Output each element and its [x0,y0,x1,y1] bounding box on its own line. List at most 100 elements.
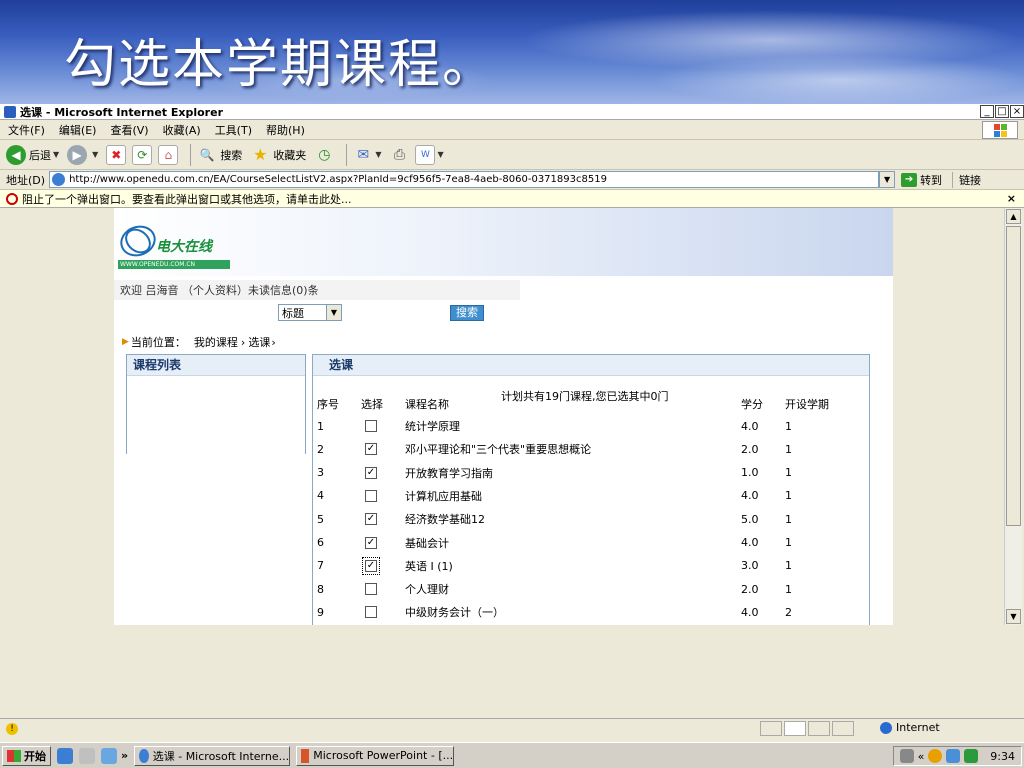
course-checkbox[interactable] [365,606,377,619]
course-credit: 2.0 [741,442,759,456]
back-label: 后退 [29,148,51,162]
menu-edit[interactable]: 编辑(E) [59,122,97,138]
ie-icon [4,105,16,118]
print-icon[interactable]: ⎙ [389,145,409,165]
blocked-icon [6,192,18,205]
favorites-button[interactable]: ★ 收藏夹 [250,145,306,165]
triangle-right-icon: ▶ [122,337,129,347]
breadcrumb-link[interactable]: 我的课程 [194,334,238,350]
maximize-button[interactable]: □ [995,105,1009,118]
tray-expand-icon[interactable]: « [918,750,925,763]
search-icon: 🔍 [199,147,215,162]
mail-button[interactable]: ✉ ▼ [353,145,381,165]
popup-info-text: 阻止了一个弹出窗口。要查看此弹出窗口或其他选项，请单击此处... [22,192,352,206]
scroll-down-icon[interactable]: ▼ [1006,609,1021,624]
address-dropdown[interactable]: ▼ [879,171,896,188]
course-no: 7 [317,559,324,573]
back-arrow-icon: ◀ [6,144,26,165]
slide-header: 勾选本学期课程。 [0,0,1024,104]
scroll-up-icon[interactable]: ▲ [1006,209,1021,224]
course-select-title: 选课 [313,354,869,376]
menu-tools[interactable]: 工具(T) [215,122,252,138]
powerpoint-icon [301,748,310,763]
course-checkbox[interactable]: ✓ [365,466,377,479]
menu-favorites[interactable]: 收藏(A) [163,122,201,138]
favorites-label: 收藏夹 [273,148,307,162]
address-url: http://www.openedu.com.cn/EA/CourseSelec… [69,174,607,185]
warning-icon: ! [6,722,18,735]
system-tray: « 9:34 [892,746,1022,766]
course-name: 中级财务会计（一） [405,606,504,620]
course-name: 开放教育学习指南 [405,466,493,480]
course-checkbox[interactable]: ✓ [365,443,377,456]
site-search-button[interactable]: 搜索 [450,304,484,321]
site-logo[interactable]: 电大在线 WWW.OPENEDU.COM.CN [115,220,230,270]
course-checkbox[interactable]: ✓ [365,513,377,526]
close-button[interactable]: × [1010,105,1024,118]
status-cell [808,721,830,736]
search-button[interactable]: 🔍 搜索 [197,145,242,165]
task-ie[interactable]: 选课 - Microsoft Interne... [134,745,291,766]
breadcrumb-current: 选课 [248,336,271,349]
course-term: 1 [785,582,792,596]
chevron-down-icon: ▼ [437,150,444,159]
toolbar-divider [190,143,192,166]
security-zone: Internet [880,721,940,734]
course-name: 英语 I (1) [405,559,453,573]
search-label: 搜索 [220,148,243,162]
address-label: 地址(D) [6,173,46,187]
stop-icon[interactable]: ✖ [106,144,127,165]
start-button[interactable]: 开始 [2,745,51,766]
media-quicklaunch-icon[interactable] [101,747,117,764]
home-icon[interactable]: ⌂ [158,144,179,165]
mail-icon: ✉ [357,146,370,163]
forward-button[interactable]: ▶ ▼ [67,144,99,165]
quicklaunch-overflow-icon[interactable]: » [121,749,128,762]
course-checkbox[interactable]: ✓ [365,536,377,549]
course-credit: 4.0 [741,536,759,549]
history-icon[interactable]: ◷ [314,145,334,165]
go-button[interactable]: ➔ 转到 [901,172,942,188]
chevron-down-icon: ▼ [92,150,99,159]
qq-icon[interactable] [928,749,943,763]
network-icon[interactable] [946,749,961,763]
keyboard-icon[interactable] [899,749,914,763]
slide-title: 勾选本学期课程。 [64,35,497,95]
links-button[interactable]: 链接 [952,171,981,188]
course-term: 1 [785,536,792,549]
back-button[interactable]: ◀ 后退 ▼ [6,144,59,165]
shield-icon[interactable] [964,749,979,763]
star-icon: ★ [253,145,268,164]
ie-icon [139,748,149,763]
popup-info-bar[interactable]: 阻止了一个弹出窗口。要查看此弹出窗口或其他选项，请单击此处... × [0,190,1024,208]
task-powerpoint[interactable]: Microsoft PowerPoint - [... [296,745,455,766]
course-name: 邓小平理论和"三个代表"重要思想概论 [405,443,592,457]
course-checkbox[interactable]: ✓ [362,556,380,575]
info-close-button[interactable]: × [1007,192,1016,205]
page-icon [52,173,66,186]
edit-button[interactable]: W ▼ [415,144,444,165]
course-checkbox[interactable] [365,583,377,596]
go-label: 转到 [920,173,943,187]
course-term: 1 [785,559,792,573]
title-bar[interactable]: 选课 - Microsoft Internet Explorer _ □ × [0,104,1024,120]
menu-file[interactable]: 文件(F) [8,122,45,138]
col-select: 选择 [361,398,383,411]
menu-view[interactable]: 查看(V) [110,122,148,138]
course-no: 8 [317,582,324,596]
taskbar: 开始 » 选课 - Microsoft Interne... Microsoft… [0,742,1024,768]
course-checkbox[interactable] [365,489,377,502]
address-input[interactable]: http://www.openedu.com.cn/EA/CourseSelec… [49,171,880,188]
site-banner: 电大在线 WWW.OPENEDU.COM.CN [114,208,893,276]
scroll-thumb[interactable] [1006,226,1021,526]
ie-quicklaunch-icon[interactable] [57,747,73,764]
search-field-select[interactable]: 标题 ▼ [278,304,342,321]
minimize-button[interactable]: _ [980,105,994,118]
recycle-quicklaunch-icon[interactable] [79,747,95,764]
course-checkbox[interactable] [365,420,377,432]
welcome-text: 欢迎 吕海音 （个人资料）未读信息(0)条 [114,280,520,300]
start-label: 开始 [24,749,46,763]
vertical-scrollbar[interactable]: ▲ ▼ [1004,208,1022,625]
menu-help[interactable]: 帮助(H) [266,122,305,138]
refresh-icon[interactable]: ⟳ [132,144,153,165]
